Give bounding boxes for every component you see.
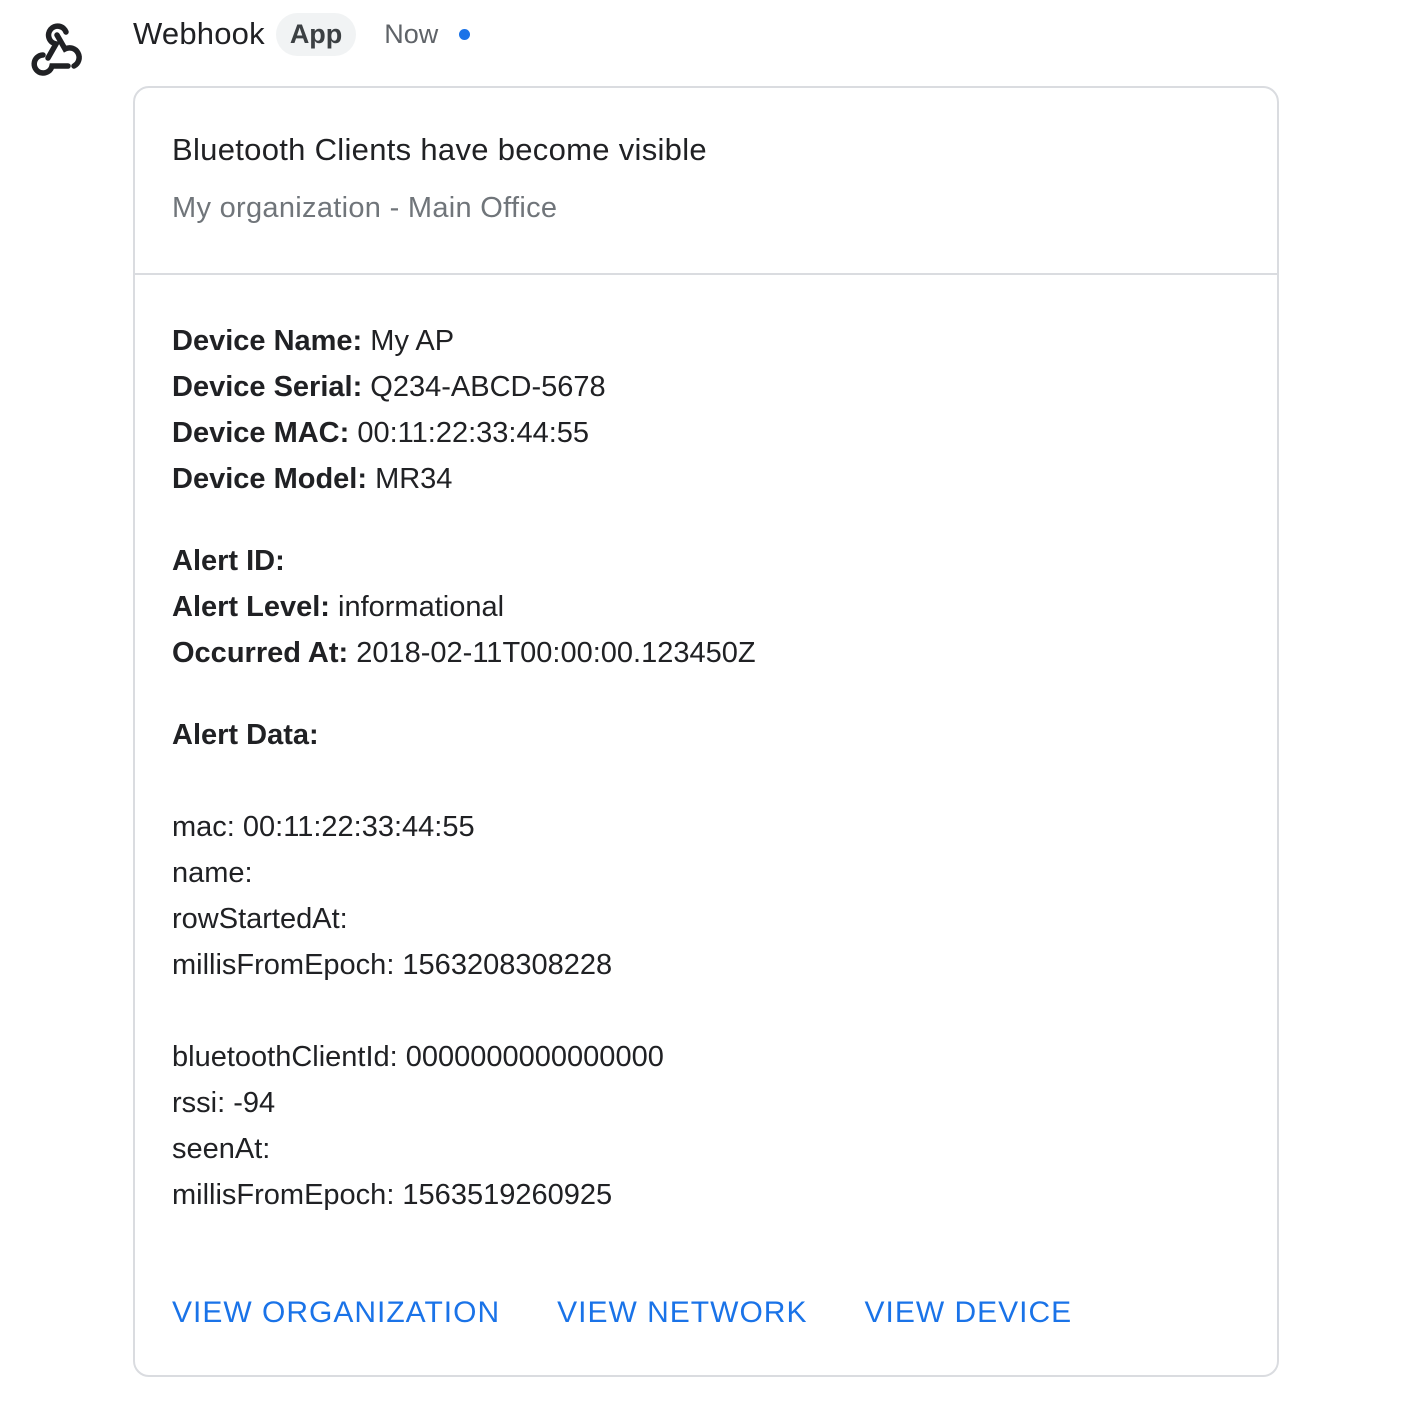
- alert-data-line: millisFromEpoch: 1563208308228: [172, 949, 613, 981]
- device-serial-row: Device Serial: Q234-ABCD-5678: [172, 364, 1247, 410]
- alert-data-line: seenAt:: [172, 1133, 271, 1165]
- view-organization-button[interactable]: VIEW ORGANIZATION: [172, 1296, 500, 1330]
- alert-level-row: Alert Level: informational: [172, 584, 1247, 630]
- app-badge: App: [275, 12, 357, 56]
- alert-id-row: Alert ID:: [172, 538, 1247, 584]
- field-label: Alert Data:: [172, 719, 319, 751]
- card-title: Bluetooth Clients have become visible: [172, 132, 707, 167]
- field-label: Alert Level:: [172, 591, 330, 623]
- alert-data-line: millisFromEpoch: 1563519260925: [172, 1179, 613, 1211]
- timestamp: Now: [384, 18, 439, 49]
- sender-name[interactable]: Webhook: [133, 16, 265, 52]
- device-name-row: Device Name: My AP: [172, 318, 1247, 364]
- field-value: 00:11:22:33:44:55: [357, 417, 590, 449]
- field-label: Device Model:: [172, 463, 367, 495]
- field-value: Q234-ABCD-5678: [370, 371, 606, 403]
- field-label: Device Name:: [172, 325, 363, 357]
- message-header: Webhook App Now: [133, 10, 471, 58]
- card-body: Device Name: My AP Device Serial: Q234-A…: [172, 318, 1247, 1218]
- alert-data-line: name:: [172, 857, 253, 889]
- field-label: Device MAC:: [172, 417, 350, 449]
- alert-data-line: rssi: -94: [172, 1087, 276, 1119]
- field-value: My AP: [370, 325, 455, 357]
- card-subtitle: My organization - Main Office: [172, 192, 558, 224]
- occurred-at-row: Occurred At: 2018-02-11T00:00:00.123450Z: [172, 630, 1247, 676]
- alert-data-line: bluetoothClientId: 0000000000000000: [172, 1041, 664, 1073]
- field-label: Device Serial:: [172, 371, 363, 403]
- card-header: Bluetooth Clients have become visible My…: [135, 88, 1277, 275]
- view-device-button[interactable]: VIEW DEVICE: [864, 1296, 1072, 1330]
- alert-data-line: rowStartedAt:: [172, 903, 348, 935]
- alert-card: Bluetooth Clients have become visible My…: [133, 86, 1279, 1377]
- field-value: informational: [338, 591, 505, 623]
- field-label: Occurred At:: [172, 637, 349, 669]
- device-mac-row: Device MAC: 00:11:22:33:44:55: [172, 410, 1247, 456]
- field-label: Alert ID:: [172, 545, 285, 577]
- device-model-row: Device Model: MR34: [172, 456, 1247, 502]
- card-actions: VIEW ORGANIZATION VIEW NETWORK VIEW DEVI…: [172, 1296, 1129, 1330]
- webhook-icon: [31, 23, 82, 76]
- field-value: 2018-02-11T00:00:00.123450Z: [356, 637, 756, 669]
- alert-data-line: mac: 00:11:22:33:44:55: [172, 811, 475, 843]
- unread-indicator: [459, 28, 471, 40]
- alert-data-heading: Alert Data:: [172, 712, 1247, 758]
- field-value: MR34: [375, 463, 453, 495]
- view-network-button[interactable]: VIEW NETWORK: [557, 1296, 807, 1330]
